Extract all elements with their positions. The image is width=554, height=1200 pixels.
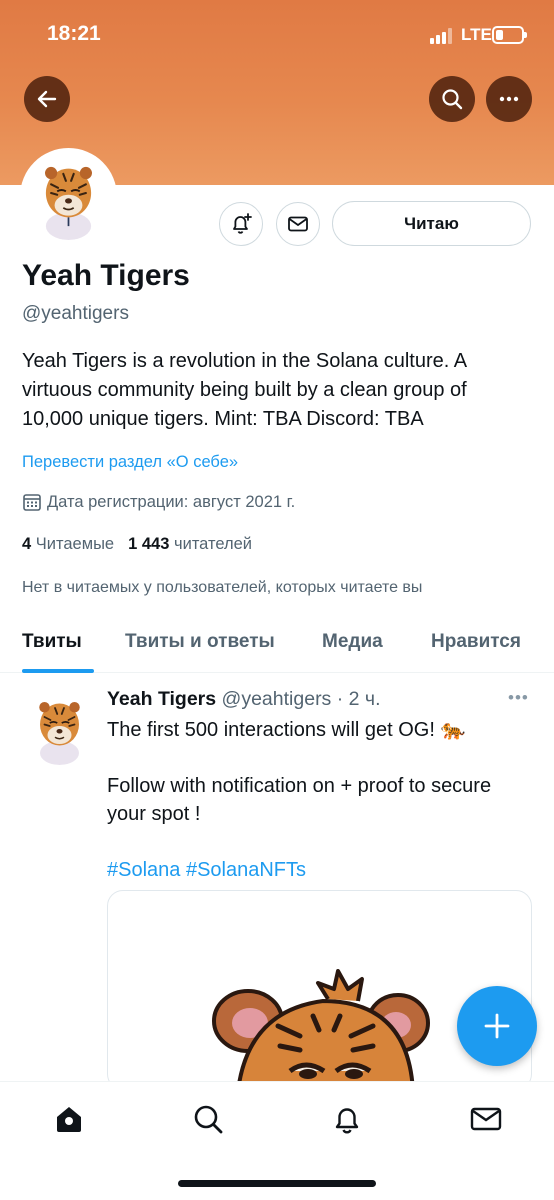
active-tab-indicator	[22, 669, 94, 673]
battery-icon	[492, 26, 527, 44]
tweet-line-2: Follow with notification on + proof to s…	[107, 775, 492, 825]
notifications-toggle-button[interactable]	[219, 202, 263, 246]
nav-notifications[interactable]	[330, 1102, 364, 1136]
tweet-author-handle: @yeahtigers	[221, 688, 332, 710]
nav-home[interactable]	[52, 1102, 86, 1136]
profile-bio: Yeah Tigers is a revolution in the Solan…	[22, 350, 467, 430]
followers-stat[interactable]: 1 443 читателей	[128, 535, 252, 553]
status-bar: 18:21 LTE	[0, 0, 554, 70]
followers-count: 1 443	[128, 535, 170, 553]
more-horizontal-icon	[499, 96, 519, 102]
profile-avatar[interactable]	[20, 148, 117, 245]
following-count: 4	[22, 535, 32, 553]
message-button[interactable]	[276, 202, 320, 246]
nav-messages[interactable]	[469, 1102, 503, 1136]
following-label: Читаемые	[35, 535, 115, 553]
search-icon	[194, 1105, 223, 1134]
tweet-line-1: The first 500 interactions will get OG! …	[107, 719, 466, 741]
tweet-separator: ·	[336, 688, 344, 710]
profile-tabs: Твиты Твиты и ответы Медиа Нравится	[0, 620, 554, 673]
home-indicator	[178, 1180, 376, 1187]
followed-by-text: Нет в читаемых у пользователей, которых …	[22, 579, 423, 596]
compose-tweet-button[interactable]	[457, 986, 537, 1066]
more-button[interactable]	[486, 76, 532, 122]
follow-counts: 4 Читаемые 1 443 читателей	[22, 535, 252, 554]
tiger-avatar-icon	[45, 166, 92, 240]
status-time: 18:21	[47, 22, 101, 45]
tweet-hashtags[interactable]: #Solana #SolanaNFTs	[107, 856, 527, 884]
search-button[interactable]	[429, 76, 475, 122]
tweet-text: The first 500 interactions will get OG! …	[107, 716, 527, 884]
back-button[interactable]	[24, 76, 70, 122]
signal-icon	[430, 28, 456, 44]
tiger-image	[212, 969, 430, 1089]
join-date-text: Дата регистрации: август 2021 г.	[47, 492, 296, 511]
following-button[interactable]: Читаю	[332, 201, 531, 246]
nav-search[interactable]	[191, 1102, 225, 1136]
translate-bio-link[interactable]: Перевести раздел «О себе»	[22, 453, 238, 472]
tab-tweets[interactable]: Твиты	[22, 631, 82, 653]
home-icon	[57, 1107, 81, 1132]
tweet-media[interactable]	[107, 890, 532, 1090]
envelope-icon	[288, 216, 308, 232]
tab-likes[interactable]: Нравится	[431, 631, 521, 653]
profile-handle: @yeahtigers	[22, 303, 129, 324]
calendar-icon	[23, 494, 41, 511]
plus-icon	[484, 1013, 510, 1039]
profile-name: Yeah Tigers	[22, 259, 190, 292]
tweet-more-icon[interactable]: •••	[508, 688, 529, 708]
tab-media[interactable]: Медиа	[322, 631, 383, 653]
followers-label: читателей	[174, 535, 253, 553]
notifications-bell-icon	[335, 1108, 359, 1134]
bell-plus-icon	[233, 213, 252, 234]
network-type: LTE	[461, 25, 492, 44]
tweet-time: 2 ч.	[348, 688, 381, 710]
tab-tweets-and-replies[interactable]: Твиты и ответы	[125, 631, 275, 653]
tweet-avatar[interactable]	[22, 690, 97, 765]
tweet-author-name[interactable]: Yeah Tigers	[107, 688, 216, 710]
following-stat[interactable]: 4 Читаемые	[22, 535, 114, 553]
tweet-header: Yeah Tigers @yeahtigers · 2 ч.	[107, 688, 381, 711]
arrow-left-icon	[37, 90, 57, 108]
messages-envelope-icon	[470, 1107, 502, 1131]
search-icon	[442, 89, 463, 110]
tiger-avatar-icon	[39, 702, 80, 765]
join-date: Дата регистрации: август 2021 г.	[22, 492, 295, 512]
